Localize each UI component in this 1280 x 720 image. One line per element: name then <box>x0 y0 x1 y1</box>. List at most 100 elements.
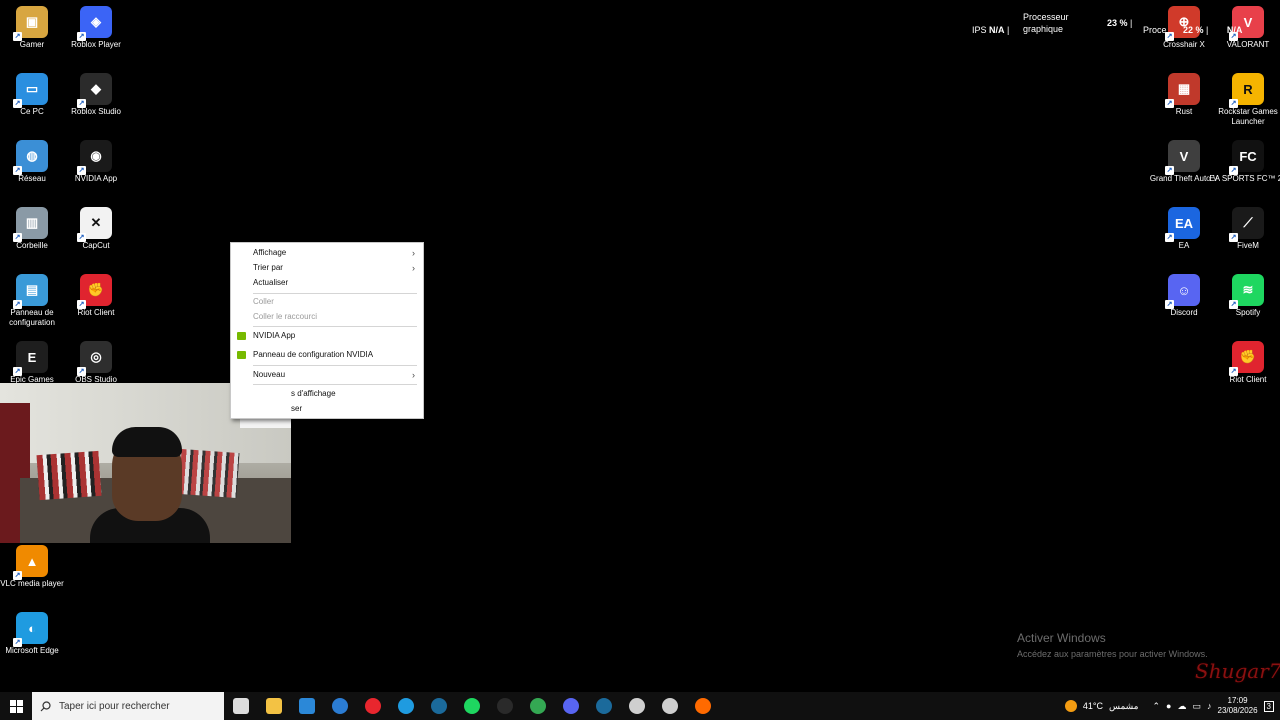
shortcut-arrow-icon: ↗ <box>1165 166 1174 175</box>
nvidia-icon <box>237 351 246 359</box>
desktop-icon-obs-studio[interactable]: ◎ ↗ OBS Studio <box>64 341 128 385</box>
task-view-icon <box>232 698 249 714</box>
desktop-icon-label: FiveM <box>1237 241 1259 250</box>
microphone-icon[interactable]: ● <box>1166 701 1171 711</box>
desktop-icon-ce-pc[interactable]: ▭ ↗ Ce PC <box>0 73 64 117</box>
word-icon <box>331 698 348 714</box>
nvidia-icon: ◉ ↗ <box>77 140 112 175</box>
taskbar-file-explorer-button[interactable] <box>257 692 290 720</box>
desktop-icon-vlc-media-player[interactable]: ▲ ↗ VLC media player <box>0 545 64 589</box>
desktop-icon-label: Riot Client <box>1229 375 1267 384</box>
menu-item-nouveau[interactable]: Nouveau › <box>231 368 423 382</box>
discord-icon <box>562 698 579 714</box>
desktop-icon-ea-sports-fc-26[interactable]: FC ↗ EA SPORTS FC™ 26 <box>1209 140 1280 184</box>
network-icon[interactable]: ▭ <box>1192 701 1201 712</box>
shortcut-arrow-icon: ↗ <box>77 233 86 242</box>
desktop-icon-riot-client[interactable]: ✊ ↗ Riot Client <box>64 274 128 318</box>
taskbar-discord-button[interactable] <box>554 692 587 720</box>
weather-temperature[interactable]: 41°C <box>1083 701 1103 711</box>
menu-item-trier-par[interactable]: Trier par › <box>231 261 423 275</box>
desktop-context-menu: Affichage › Trier par › Actualiser Coller … <box>230 242 424 419</box>
roblox-icon: ◈ ↗ <box>77 6 112 41</box>
weather-icon[interactable] <box>1064 700 1077 712</box>
desktop-icon-rockstar-games-launcher[interactable]: R ↗ Rockstar Games Launcher <box>1216 73 1280 127</box>
shortcut-arrow-icon: ↗ <box>1229 233 1238 242</box>
desktop-icon-microsoft-edge[interactable]: ◐ ↗ Microsoft Edge <box>0 612 64 656</box>
taskbar-word-button[interactable] <box>323 692 356 720</box>
desktop-icon-fivem[interactable]: ⟋ ↗ FiveM <box>1216 207 1280 251</box>
start-button[interactable] <box>0 692 32 720</box>
chevron-up-icon[interactable]: ⌃ <box>1153 701 1161 712</box>
riot-icon: ✊ ↗ <box>77 274 112 309</box>
desktop-icon-roblox-player[interactable]: ◈ ↗ Roblox Player <box>64 6 128 50</box>
desktop-icon-ea[interactable]: EA ↗ EA <box>1152 207 1216 251</box>
obs-icon: ◎ ↗ <box>77 341 112 376</box>
taskbar-microsoft-store-button[interactable] <box>290 692 323 720</box>
clock-date: 23/08/2026 <box>1217 706 1258 715</box>
speaker-icon[interactable]: ♪ <box>1207 701 1212 711</box>
taskbar-fivem-button[interactable] <box>488 692 521 720</box>
roblox-studio-icon: ◆ ↗ <box>77 73 112 108</box>
processor-label: Processeur <box>1023 12 1069 22</box>
ips-readout: IPS N/A | <box>972 25 1010 35</box>
desktop-icon-r-seau[interactable]: ◍ ↗ Réseau <box>0 140 64 184</box>
shortcut-arrow-icon: ↗ <box>13 638 22 647</box>
menu-item-affichage[interactable]: Affichage › <box>231 246 423 260</box>
clock[interactable]: 17:09 23/08/2026 <box>1218 696 1258 716</box>
desktop-icon-nvidia-app[interactable]: ◉ ↗ NVIDIA App <box>64 140 128 184</box>
proc-short: Proce <box>1143 25 1167 35</box>
chevron-right-icon: › <box>412 248 415 258</box>
taskbar-task-view-button[interactable] <box>224 692 257 720</box>
search-placeholder: Taper ici pour rechercher <box>59 700 170 712</box>
shortcut-arrow-icon: ↗ <box>1165 99 1174 108</box>
desktop-icon-roblox-studio[interactable]: ◆ ↗ Roblox Studio <box>64 73 128 117</box>
cloud-icon[interactable]: ☁ <box>1177 701 1186 712</box>
desktop-icon-capcut[interactable]: ✕ ↗ CapCut <box>64 207 128 251</box>
desktop-icon-spotify[interactable]: ≋ ↗ Spotify <box>1216 274 1280 318</box>
desktop-icon-riot-client[interactable]: ✊ ↗ Riot Client <box>1216 341 1280 385</box>
taskbar-steam-button[interactable] <box>587 692 620 720</box>
menu-item-personnaliser[interactable]: ser <box>231 402 423 416</box>
webcam-pillow <box>178 449 240 498</box>
menu-item-actualiser[interactable]: Actualiser <box>231 276 423 290</box>
desktop-icon-rust[interactable]: ▦ ↗ Rust <box>1152 73 1216 117</box>
menu-item-coller-raccourci[interactable]: Coller le raccourci <box>231 310 423 324</box>
desktop-icon-discord[interactable]: ☺ ↗ Discord <box>1152 274 1216 318</box>
webcam-person-hair <box>112 427 182 457</box>
vlc-icon: ▲ ↗ <box>13 545 48 580</box>
weather-text[interactable]: مشمس <box>1109 701 1139 712</box>
taskbar-steelseries-button[interactable] <box>686 692 719 720</box>
notification-icon[interactable]: 3 <box>1263 700 1274 712</box>
menu-item-nvidia-app[interactable]: NVIDIA App <box>231 329 423 343</box>
shortcut-arrow-icon: ↗ <box>13 571 22 580</box>
shortcut-arrow-icon: ↗ <box>77 166 86 175</box>
chevron-right-icon: › <box>412 263 415 273</box>
desktop-icon-label: Spotify <box>1235 308 1261 317</box>
menu-item-coller[interactable]: Coller <box>231 295 423 309</box>
taskbar-spotify-button[interactable] <box>455 692 488 720</box>
steam-icon <box>430 698 447 714</box>
desktop-icon-gamer[interactable]: ▣ ↗ Gamer <box>0 6 64 50</box>
taskbar-opera-button[interactable] <box>356 692 389 720</box>
menu-item-parametres-affichage[interactable]: s d'affichage <box>231 387 423 401</box>
taskbar-edge-button[interactable] <box>389 692 422 720</box>
file-explorer-icon <box>265 698 282 714</box>
clock-time: 17:09 <box>1227 696 1248 705</box>
desktop-icon-grand-theft-auto-v[interactable]: V ↗ Grand Theft Auto V <box>1150 140 1218 184</box>
discord-icon: ☺ ↗ <box>1165 274 1200 309</box>
desktop-icon-label: EA SPORTS FC™ 26 <box>1209 174 1280 183</box>
desktop-icon-epic-games[interactable]: E ↗ Epic Games <box>0 341 64 385</box>
taskbar-steam-button[interactable] <box>422 692 455 720</box>
cpu-percent-value: 23 % <box>1107 18 1128 28</box>
taskbar-overwolf-button[interactable] <box>653 692 686 720</box>
taskbar-search[interactable]: Taper ici pour rechercher <box>32 692 224 720</box>
taskbar-chrome-button[interactable] <box>521 692 554 720</box>
taskbar-crosshair-button[interactable] <box>620 692 653 720</box>
menu-item-nvidia-control-panel[interactable]: Panneau de configuration NVIDIA <box>231 348 423 362</box>
activate-windows-watermark: Activer Windows Accédez aux paramètres p… <box>1017 631 1208 659</box>
processor-graphics-label: Processeur graphique <box>1023 11 1069 35</box>
rockstar-icon: R ↗ <box>1229 73 1264 108</box>
desktop-icon-label: Roblox Player <box>71 40 121 49</box>
desktop-icon-corbeille[interactable]: ▥ ↗ Corbeille <box>0 207 64 251</box>
desktop-icon-panneau-de-configuration[interactable]: ▤ ↗ Panneau de configuration <box>0 274 64 328</box>
